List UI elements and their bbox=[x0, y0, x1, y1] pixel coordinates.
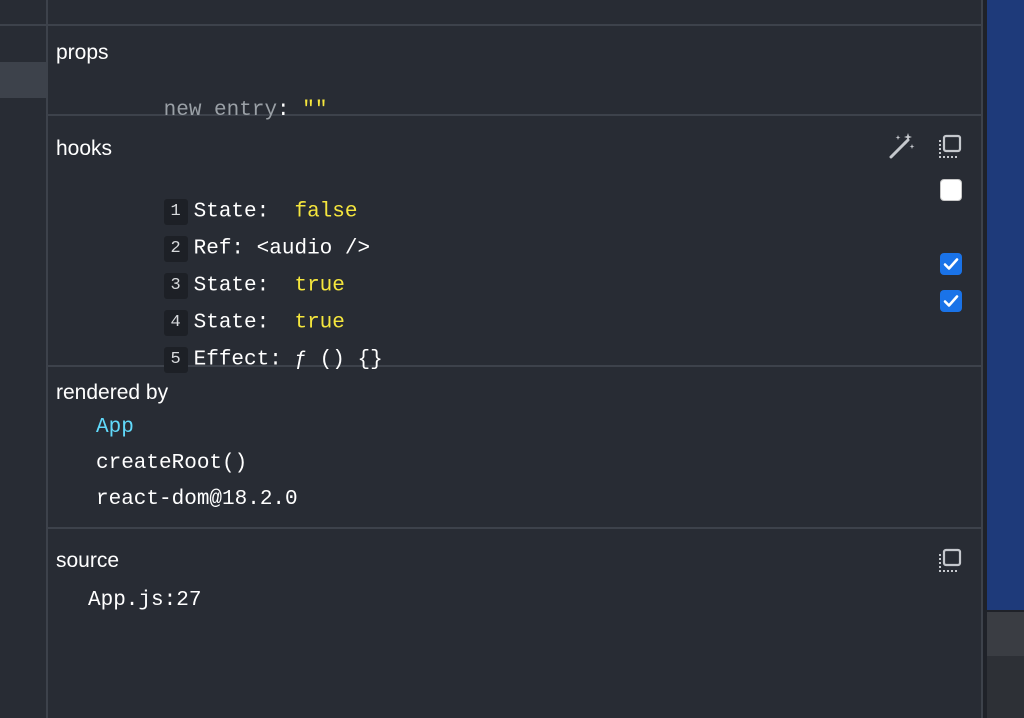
hooks-title: hooks bbox=[56, 137, 113, 160]
rendered-by-section: rendered by App createRoot() react-dom@1… bbox=[48, 367, 981, 529]
component-tree-gutter bbox=[0, 0, 48, 718]
magic-wand-icon[interactable] bbox=[888, 132, 916, 160]
selected-tree-row[interactable] bbox=[0, 62, 46, 98]
right-edge-block bbox=[987, 612, 1024, 656]
props-title: props bbox=[56, 41, 109, 64]
copy-icon[interactable] bbox=[936, 133, 964, 161]
hooks-section: hooks 1 State: false 2 Ref: <audio /> 3 … bbox=[48, 116, 981, 373]
source-section: source App.js:27 bbox=[48, 529, 981, 718]
right-edge-footer bbox=[987, 656, 1024, 718]
copy-icon[interactable] bbox=[936, 547, 964, 575]
source-location-link[interactable]: App.js:27 bbox=[88, 589, 201, 612]
gutter-divider bbox=[0, 24, 46, 26]
rendered-by-item: react-dom@18.2.0 bbox=[96, 488, 298, 511]
right-edge-pane bbox=[981, 0, 1024, 718]
checkmark-icon bbox=[943, 258, 959, 270]
checkmark-icon bbox=[943, 295, 959, 307]
hook-value-checkbox[interactable] bbox=[940, 290, 962, 312]
props-section: props new entry: "" bbox=[48, 26, 981, 122]
hook-value-checkbox[interactable] bbox=[940, 179, 962, 201]
right-edge-highlight bbox=[987, 0, 1024, 610]
top-section bbox=[48, 0, 981, 26]
hook-value-checkbox[interactable] bbox=[940, 253, 962, 275]
rendered-by-item[interactable]: App bbox=[96, 416, 134, 439]
rendered-by-title: rendered by bbox=[56, 381, 169, 404]
source-title: source bbox=[56, 549, 120, 572]
rendered-by-item: createRoot() bbox=[96, 452, 248, 475]
inspector-panel: props new entry: "" hooks 1 State: false… bbox=[48, 0, 981, 718]
